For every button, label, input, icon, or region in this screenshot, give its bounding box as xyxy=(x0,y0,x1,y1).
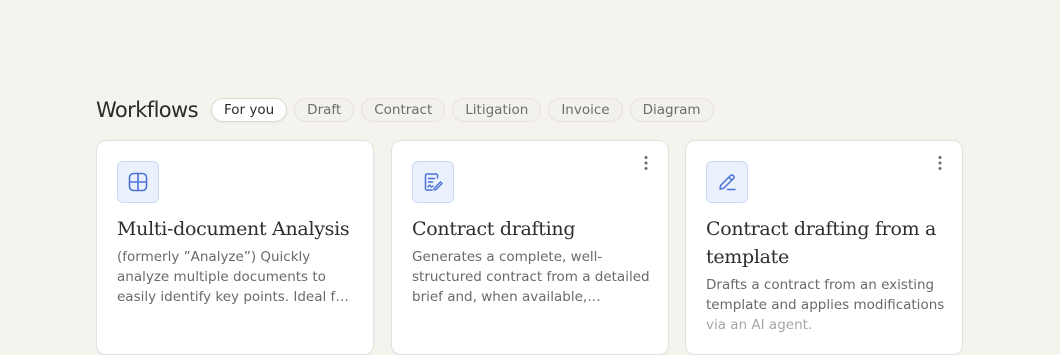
card-description: Drafts a contract from an existing templ… xyxy=(706,275,946,335)
workflow-card-multi-document-analysis[interactable]: Multi-document Analysis (formerly ”Analy… xyxy=(96,140,374,355)
filter-chip-contract[interactable]: Contract xyxy=(361,98,446,122)
card-description-line: via an AI agent. xyxy=(706,317,813,333)
filter-chip-invoice[interactable]: Invoice xyxy=(548,98,623,122)
card-description: Generates a complete, well-structured co… xyxy=(412,249,650,305)
page-title: Workflows xyxy=(96,98,199,122)
card-title: Multi-document Analysis xyxy=(117,218,350,240)
workflow-card-contract-drafting[interactable]: Contract drafting Generates a complete, … xyxy=(391,140,669,355)
more-options-icon[interactable] xyxy=(934,155,946,171)
pencil-edit-icon xyxy=(706,161,748,203)
filter-chip-diagram[interactable]: Diagram xyxy=(629,98,714,122)
card-description-line: Drafts a contract from an existing xyxy=(706,277,935,293)
workflows-header: Workflows For you Draft Contract Litigat… xyxy=(96,96,721,124)
card-title: Contract drafting from a template xyxy=(706,218,937,268)
document-signature-icon xyxy=(412,161,454,203)
more-options-icon[interactable] xyxy=(640,155,652,171)
filter-chip-for-you[interactable]: For you xyxy=(210,98,288,122)
filter-chip-draft[interactable]: Draft xyxy=(294,98,355,122)
workflow-card-contract-drafting-from-template[interactable]: Contract drafting from a template Drafts… xyxy=(685,140,963,355)
card-title: Contract drafting xyxy=(412,218,576,240)
filter-chip-litigation[interactable]: Litigation xyxy=(452,98,542,122)
card-description-line: template and applies modifications xyxy=(706,297,945,313)
table-grid-icon xyxy=(117,161,159,203)
card-description: (formerly ”Analyze”) Quickly analyze mul… xyxy=(117,249,350,305)
